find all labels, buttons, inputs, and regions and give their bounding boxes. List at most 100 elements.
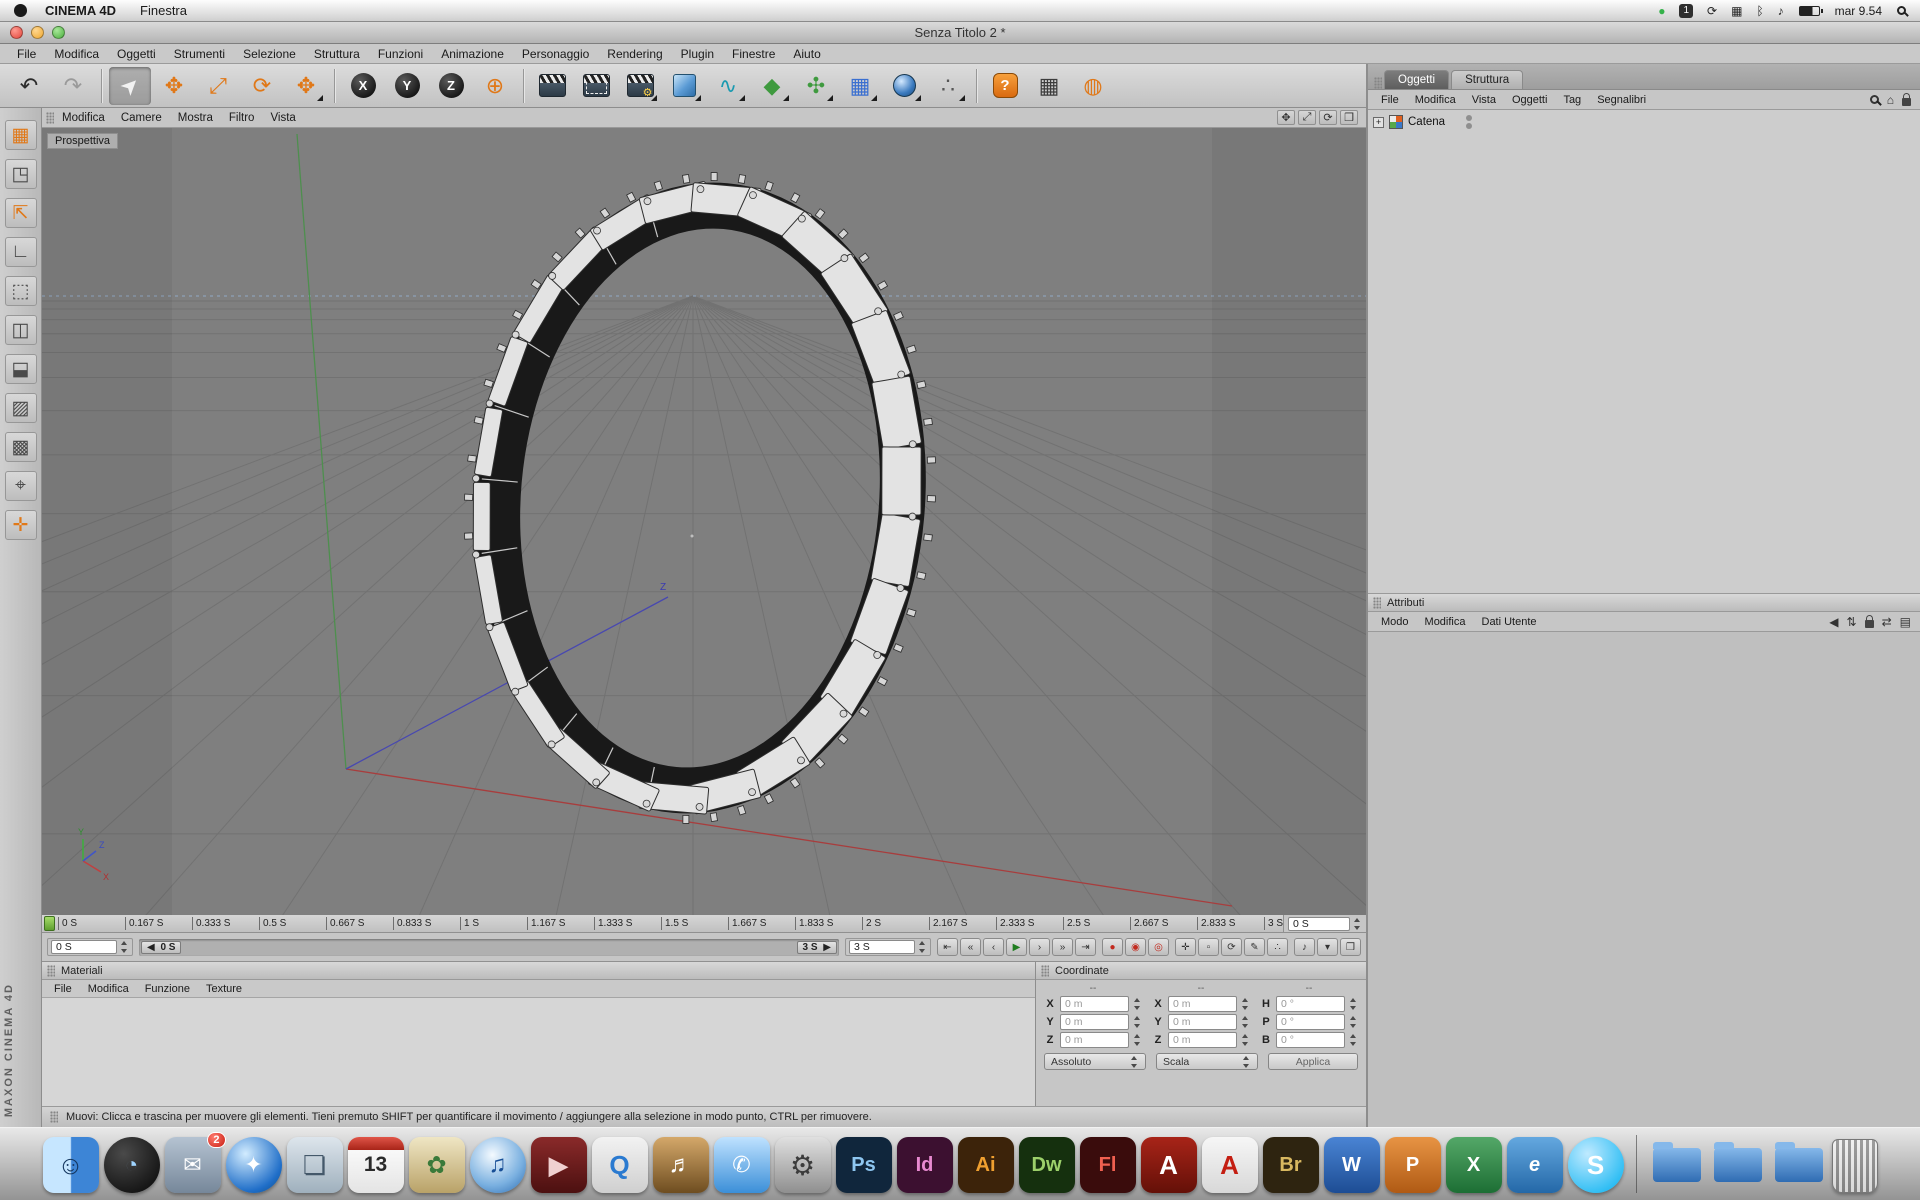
points-mode-button[interactable]: ⬚ [5, 276, 37, 306]
materials-list[interactable] [42, 998, 1035, 1106]
coord-stepper[interactable] [1241, 1016, 1250, 1028]
materials-menu-file[interactable]: File [46, 982, 80, 996]
dashboard[interactable]: ◔ [104, 1137, 160, 1193]
object-manager-menu-oggetti[interactable]: Oggetti [1504, 93, 1555, 107]
tree-row[interactable]: + Catena [1368, 112, 1920, 132]
keyboard-icon[interactable]: ▦ [1731, 4, 1742, 18]
coord-stepper[interactable] [1349, 1016, 1358, 1028]
sound-toggle-button[interactable]: ♪ [1294, 938, 1315, 956]
object-manager-menu-file[interactable]: File [1373, 93, 1407, 107]
panel-grip[interactable] [46, 112, 54, 124]
goto-end-button[interactable]: ⇥ [1075, 938, 1096, 956]
visibility-dots[interactable] [1466, 115, 1472, 129]
reader[interactable]: A [1202, 1137, 1258, 1193]
move-tool[interactable]: ✥ [153, 67, 195, 105]
coord-stepper[interactable] [1241, 998, 1250, 1010]
live-selection-tool[interactable]: ➤ [109, 67, 151, 105]
record-options-button[interactable]: ◎ [1148, 938, 1169, 956]
flash[interactable]: Fl [1080, 1137, 1136, 1193]
coord-stepper[interactable] [1349, 1034, 1358, 1046]
object-label[interactable]: Catena [1408, 116, 1445, 128]
lock-icon[interactable] [1865, 620, 1874, 628]
volume-icon[interactable]: ♪ [1778, 4, 1784, 18]
texture-mode-button[interactable]: ▨ [5, 393, 37, 423]
materials-menu-modifica[interactable]: Modifica [80, 982, 137, 996]
preview-range-slider[interactable]: ◀ 0 S 3 S ▶ [139, 939, 839, 956]
coord-field-rotation-p[interactable]: 0 ° [1276, 1014, 1345, 1030]
viewport-rotate-icon[interactable]: ⟳ [1319, 110, 1337, 125]
macos-menu-finestra[interactable]: Finestra [130, 3, 197, 18]
viewport-view-label[interactable]: Prospettiva [47, 133, 118, 149]
close-window-button[interactable] [10, 26, 23, 39]
itunes[interactable]: ♫ [470, 1137, 526, 1193]
photoshop[interactable]: Ps [836, 1137, 892, 1193]
viewport-zoom-icon[interactable]: ⤢ [1298, 110, 1316, 125]
undo-button[interactable]: ↶ [8, 67, 50, 105]
coord-stepper[interactable] [1241, 1034, 1250, 1046]
ical[interactable]: 13 [348, 1137, 404, 1193]
word[interactable]: W [1324, 1137, 1380, 1193]
indesign[interactable]: Id [897, 1137, 953, 1193]
key-scale-toggle[interactable]: ▫ [1198, 938, 1219, 956]
key-position-toggle[interactable]: ✛ [1175, 938, 1196, 956]
coord-stepper[interactable] [1133, 1016, 1142, 1028]
menu-oggetti[interactable]: Oggetti [108, 45, 165, 63]
add-deformer-button[interactable]: ▦ [839, 67, 881, 105]
menu-funzioni[interactable]: Funzioni [369, 45, 432, 63]
coord-mode-dropdown[interactable]: Assoluto [1044, 1053, 1146, 1070]
range-start-handle[interactable]: ◀ 0 S [141, 941, 181, 954]
viewport-canvas[interactable]: ZYZX Prospettiva [42, 128, 1366, 915]
axis-toggle-button[interactable]: ✛ [5, 510, 37, 540]
panel-grip[interactable] [47, 965, 55, 977]
coord-field-rotation-h[interactable]: 0 ° [1276, 996, 1345, 1012]
menu-selezione[interactable]: Selezione [234, 45, 305, 63]
object-manager-menu-modifica[interactable]: Modifica [1407, 93, 1464, 107]
powerpoint[interactable]: P [1385, 1137, 1441, 1193]
safari[interactable]: ✦ [226, 1137, 282, 1193]
panel-grip[interactable] [50, 1111, 58, 1123]
next-key-button[interactable]: » [1052, 938, 1073, 956]
model-mode-button[interactable]: ◳ [5, 159, 37, 189]
add-spline-button[interactable]: ∿ [707, 67, 749, 105]
excel[interactable]: X [1446, 1137, 1502, 1193]
make-editable-button[interactable]: ▦ [5, 120, 37, 150]
scale-tool[interactable]: ⤢ [197, 67, 239, 105]
coord-stepper[interactable] [1133, 1034, 1142, 1046]
lock-y-axis-button[interactable]: Y [386, 67, 428, 105]
key-rotation-toggle[interactable]: ⟳ [1221, 938, 1242, 956]
next-frame-button[interactable]: › [1029, 938, 1050, 956]
viewport-pan-icon[interactable]: ✥ [1277, 110, 1295, 125]
illustrator[interactable]: Ai [958, 1137, 1014, 1193]
macos-app-name[interactable]: CINEMA 4D [45, 3, 116, 18]
coord-field-position-x[interactable]: 0 m [1060, 996, 1129, 1012]
back-arrow-icon[interactable]: ◀ [1829, 615, 1838, 629]
play-button[interactable]: ▶ [1006, 938, 1027, 956]
range-end-field[interactable]: 3 S [849, 940, 915, 954]
coord-scale-dropdown[interactable]: Scala [1156, 1053, 1258, 1070]
finder[interactable]: ☺ [43, 1137, 99, 1193]
mail[interactable]: ✉2 [165, 1137, 221, 1193]
lock-z-axis-button[interactable]: Z [430, 67, 472, 105]
window-titlebar[interactable]: Senza Titolo 2 * [0, 22, 1920, 44]
expander-icon[interactable]: + [1373, 117, 1384, 128]
lock-x-axis-button[interactable]: X [342, 67, 384, 105]
object-manager-menu-tag[interactable]: Tag [1555, 93, 1589, 107]
attributes-menu-modifica[interactable]: Modifica [1417, 615, 1474, 629]
frame-field[interactable]: 0 S [51, 940, 117, 954]
ichat[interactable]: ✆ [714, 1137, 770, 1193]
redo-button[interactable]: ↷ [52, 67, 94, 105]
polygons-mode-button[interactable]: ⬓ [5, 354, 37, 384]
coord-field-position-z[interactable]: 0 m [1060, 1032, 1129, 1048]
viewport-toggle-icon[interactable]: ❒ [1340, 110, 1358, 125]
content-browser-button[interactable]: ◍ [1072, 67, 1114, 105]
key-pla-toggle[interactable]: ∴ [1267, 938, 1288, 956]
rotate-tool[interactable]: ⟳ [241, 67, 283, 105]
attributes-menu-modo[interactable]: Modo [1373, 615, 1417, 629]
object-manager-menu-vista[interactable]: Vista [1464, 93, 1504, 107]
timeline-playhead[interactable] [44, 916, 55, 931]
spaces-icon[interactable]: 1 [1679, 4, 1693, 18]
menu-personaggio[interactable]: Personaggio [513, 45, 598, 63]
spotlight-icon[interactable] [1897, 6, 1906, 15]
skype[interactable]: S [1568, 1137, 1624, 1193]
layout-button[interactable]: ▦ [1028, 67, 1070, 105]
